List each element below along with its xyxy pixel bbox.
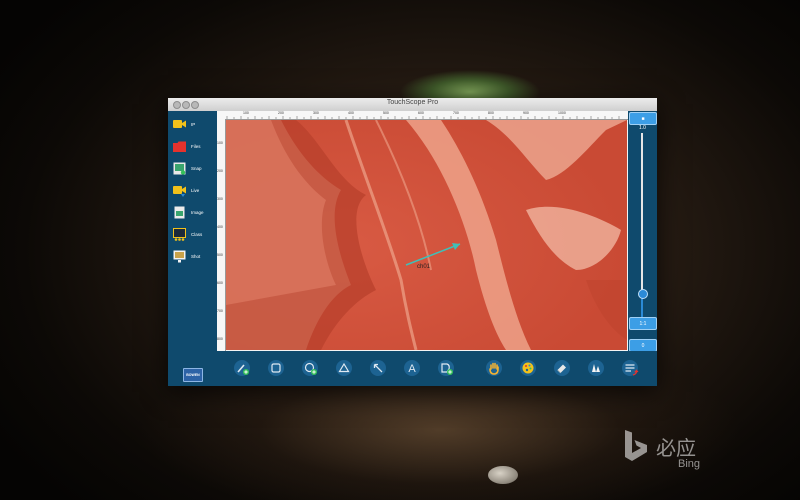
- annotation-label[interactable]: ch01: [417, 264, 430, 270]
- sidebar-item-live[interactable]: Live: [173, 181, 215, 199]
- bing-en-text: Bing: [678, 458, 701, 470]
- window-title: TouchScope Pro: [386, 99, 439, 106]
- reset-button-label: 0: [641, 342, 645, 349]
- brand-logo-text: BOWEN: [186, 373, 200, 377]
- text-tool-glyph: A: [408, 363, 416, 375]
- sidebar-item-label: IP: [191, 121, 196, 127]
- ruler-tick-label: 500: [217, 253, 223, 257]
- sidebar: IP Files Snap Live Image Class Shot: [168, 111, 217, 356]
- eraser-icon: [554, 360, 570, 376]
- ruler-top-ticks: [226, 116, 620, 119]
- sidebar-item-files[interactable]: Files: [173, 137, 215, 155]
- zoom-max-label: 1.0: [639, 125, 646, 131]
- ruler-tick-label: 100: [217, 141, 223, 145]
- image-viewer: 100 200 300 400 500 600 700 800 900 1000: [217, 111, 628, 351]
- arrow-tool[interactable]: [369, 359, 387, 377]
- sidebar-item-label: Image: [191, 209, 204, 215]
- zoom-slider-thumb[interactable]: [638, 288, 648, 299]
- palette-tool[interactable]: [519, 359, 537, 377]
- circle-add-tool[interactable]: [301, 359, 319, 377]
- camera-select-button[interactable]: ■: [629, 112, 657, 125]
- eraser-tool[interactable]: [553, 359, 571, 377]
- microscope-image[interactable]: ch01: [226, 120, 627, 350]
- palette-icon: [520, 360, 536, 376]
- polygon-add-tool[interactable]: [437, 359, 455, 377]
- triangle-icon: [336, 360, 352, 376]
- triangle-tool[interactable]: [335, 359, 353, 377]
- ruler-tick-label: 700: [217, 309, 223, 313]
- live-camera-icon: [173, 184, 186, 197]
- text-tool[interactable]: A: [403, 359, 421, 377]
- menu-undo-tool[interactable]: [621, 359, 639, 377]
- rectangle-icon: [268, 360, 284, 376]
- ruler-tick-label: 200: [217, 169, 223, 173]
- brand-logo[interactable]: BOWEN: [183, 368, 203, 382]
- snapshot-icon: [173, 162, 186, 175]
- app-window: TouchScope Pro IP Files Snap Live Image …: [168, 98, 657, 386]
- pen-add-tool[interactable]: [233, 359, 251, 377]
- color-fill-tool[interactable]: [587, 359, 605, 377]
- title-bar[interactable]: TouchScope Pro: [168, 98, 657, 112]
- color-fill-icon: [588, 360, 604, 376]
- sidebar-item-label: Class: [191, 231, 203, 237]
- circle-add-icon: [302, 360, 318, 376]
- text-icon: A: [404, 360, 420, 376]
- rectangle-tool[interactable]: [267, 359, 285, 377]
- pen-add-icon: [234, 360, 250, 376]
- hand-tool[interactable]: [485, 359, 503, 377]
- sidebar-item-shot[interactable]: Shot: [173, 247, 215, 265]
- background-pebble: [488, 466, 518, 484]
- right-panel: ■ 1.0 1:1 0: [628, 111, 657, 356]
- class-board-icon: [173, 227, 186, 241]
- ratio-button-label: 1:1: [639, 320, 647, 327]
- ruler-top: 100 200 300 400 500 600 700 800 900 1000: [217, 111, 628, 120]
- hand-icon: [486, 360, 502, 376]
- sidebar-item-label: Shot: [191, 253, 201, 259]
- sidebar-item-image[interactable]: Image: [173, 203, 215, 221]
- ruler-tick-label: 400: [217, 225, 223, 229]
- sidebar-item-label: Snap: [191, 165, 202, 171]
- bing-logo-icon: [625, 430, 647, 461]
- folder-icon: [173, 140, 186, 152]
- screen-shot-icon: [173, 250, 186, 262]
- ratio-button[interactable]: 1:1: [629, 317, 657, 330]
- image-file-icon: [173, 206, 186, 218]
- sidebar-item-ip[interactable]: IP: [173, 115, 215, 133]
- tissue-slide-image: [226, 120, 627, 350]
- sidebar-item-class[interactable]: Class: [173, 225, 215, 243]
- ruler-left: 100 200 300 400 500 600 700 800: [217, 119, 226, 351]
- video-camera-icon: [173, 118, 186, 130]
- menu-undo-icon: [622, 360, 639, 376]
- sidebar-item-label: Files: [191, 143, 201, 149]
- ruler-tick-label: 300: [217, 197, 223, 201]
- sidebar-item-snap[interactable]: Snap: [173, 159, 215, 177]
- camera-small-icon: ■: [641, 115, 645, 122]
- ruler-tick-label: 800: [217, 337, 223, 341]
- sidebar-item-label: Live: [191, 187, 200, 193]
- bing-cn-text: 必应: [656, 438, 696, 460]
- ruler-tick-label: 600: [217, 281, 223, 285]
- arrow-icon: [370, 360, 386, 376]
- polygon-add-icon: [438, 360, 454, 376]
- drawing-toolbar: A: [217, 351, 657, 386]
